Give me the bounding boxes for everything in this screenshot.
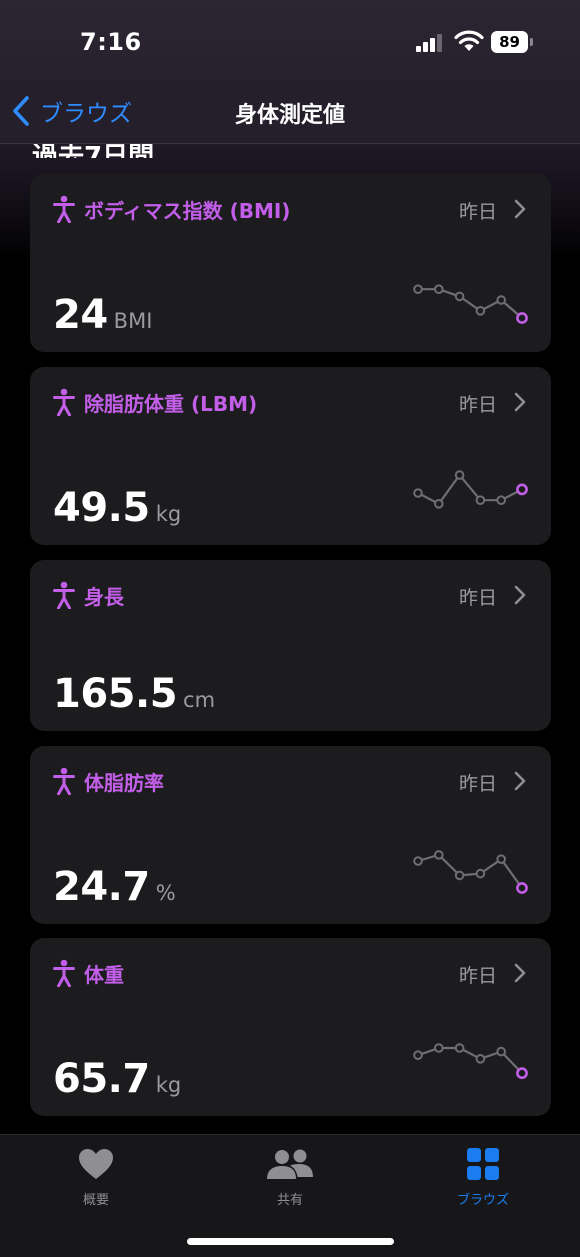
- card-value: 165.5 cm: [53, 671, 215, 717]
- tab-summary[interactable]: 概要: [36, 1147, 156, 1208]
- sparkline-line: [417, 473, 523, 506]
- card-title: ボディマス指数 (BMI): [84, 198, 291, 223]
- card-value: 24.7 %: [53, 864, 176, 910]
- trend-sparkline: [413, 470, 528, 509]
- tab-label: 概要: [82, 1193, 109, 1208]
- sparkline-point: [434, 850, 444, 860]
- card-body-fat-percentage[interactable]: 体脂肪率 昨日 24.7 %: [30, 746, 551, 924]
- card-header: 身長: [52, 580, 124, 610]
- card-lean-body-mass[interactable]: 除脂肪体重 (LBM) 昨日 49.5 kg: [30, 367, 551, 545]
- sparkline-point: [454, 291, 465, 302]
- navigation-bar: ブラウズ 身体測定値: [0, 80, 580, 144]
- heart-icon: [79, 1149, 113, 1179]
- value-unit: BMI: [113, 309, 153, 333]
- battery-level: 89: [491, 31, 528, 53]
- chevron-right-icon: [514, 199, 526, 219]
- sparkline-latest-point: [516, 483, 528, 496]
- person-figure-icon: [53, 581, 75, 609]
- sparkline-point: [413, 284, 423, 295]
- sparkline-line: [417, 1046, 523, 1074]
- sparkline-point: [454, 1043, 465, 1053]
- people-icon: [267, 1149, 313, 1179]
- card-date: 昨日: [458, 965, 497, 987]
- person-figure-icon: [53, 388, 75, 416]
- sparkline-latest-point: [516, 882, 528, 894]
- sparkline-point: [496, 1046, 506, 1057]
- chevron-right-icon: [514, 771, 526, 791]
- value-unit: %: [155, 881, 176, 905]
- sparkline-point: [413, 856, 423, 866]
- card-title: 身長: [84, 584, 124, 609]
- card-date: 昨日: [458, 773, 497, 795]
- card-title: 体重: [84, 962, 124, 987]
- card-header: ボディマス指数 (BMI): [52, 194, 290, 224]
- sparkline-point: [475, 1054, 486, 1064]
- sparkline-point: [434, 284, 444, 295]
- card-header: 体重: [52, 958, 124, 988]
- sparkline-line: [418, 288, 523, 319]
- value-unit: cm: [183, 688, 216, 712]
- card-value: 24 BMI: [53, 292, 152, 338]
- tab-browse[interactable]: ブラウズ: [423, 1147, 543, 1208]
- sparkline-point: [413, 488, 423, 498]
- sparkline-point: [413, 1050, 423, 1061]
- sparkline-point: [434, 1043, 444, 1053]
- card-date: 昨日: [458, 394, 497, 416]
- chevron-right-icon: [514, 392, 526, 412]
- home-indicator: [187, 1238, 394, 1245]
- chevron-right-icon: [514, 585, 526, 605]
- card-value: 49.5 kg: [53, 485, 181, 531]
- person-figure-icon: [53, 959, 75, 987]
- wifi-icon: [454, 30, 484, 51]
- value-number: 165.5: [53, 671, 178, 717]
- page-title: 身体測定値: [234, 103, 345, 128]
- card-title: 体脂肪率: [84, 770, 164, 795]
- tab-label: ブラウズ: [456, 1193, 509, 1208]
- card-title: 除脂肪体重 (LBM): [84, 391, 258, 416]
- sparkline-point: [475, 868, 486, 879]
- card-date: 昨日: [458, 201, 497, 223]
- card-bmi[interactable]: ボディマス指数 (BMI) 昨日 24 BMI: [30, 174, 551, 352]
- sparkline-point: [434, 499, 444, 509]
- sparkline-point: [496, 295, 506, 305]
- value-number: 24.7: [53, 864, 150, 910]
- trend-sparkline: [413, 284, 528, 324]
- value-number: 24: [53, 292, 108, 338]
- value-number: 65.7: [53, 1056, 150, 1102]
- sparkline-latest-point: [516, 312, 528, 324]
- person-figure-icon: [53, 767, 75, 795]
- tab-label: 共有: [276, 1193, 303, 1208]
- card-height[interactable]: 身長 昨日 165.5 cm: [30, 560, 551, 731]
- sparkline-latest-point: [516, 1067, 528, 1080]
- card-header: 体脂肪率: [52, 766, 164, 796]
- person-figure-icon: [53, 195, 75, 223]
- sparkline-point: [454, 870, 465, 881]
- card-value: 65.7 kg: [53, 1056, 181, 1102]
- chevron-right-icon: [514, 963, 526, 983]
- sparkline-point: [475, 306, 486, 316]
- value-number: 49.5: [53, 485, 150, 531]
- card-header: 除脂肪体重 (LBM): [52, 387, 257, 417]
- card-date: 昨日: [458, 587, 497, 609]
- value-unit: kg: [155, 502, 182, 526]
- sparkline-point: [475, 495, 486, 506]
- status-time: 7:16: [80, 28, 142, 56]
- tab-sharing[interactable]: 共有: [230, 1147, 350, 1208]
- cellular-signal-icon: [416, 34, 444, 52]
- sparkline-point: [496, 854, 506, 865]
- sparkline-line: [417, 853, 523, 889]
- card-body-weight[interactable]: 体重 昨日 65.7 kg: [30, 938, 551, 1116]
- status-bar: 7:16 89: [0, 0, 580, 80]
- nav-divider: [0, 143, 580, 144]
- sparkline-point: [496, 495, 506, 506]
- sparkline-point: [454, 470, 465, 480]
- value-unit: kg: [155, 1073, 182, 1097]
- trend-sparkline: [413, 850, 528, 894]
- battery-icon: 89: [491, 31, 533, 53]
- trend-sparkline: [413, 1043, 528, 1080]
- grid-icon: [467, 1148, 499, 1180]
